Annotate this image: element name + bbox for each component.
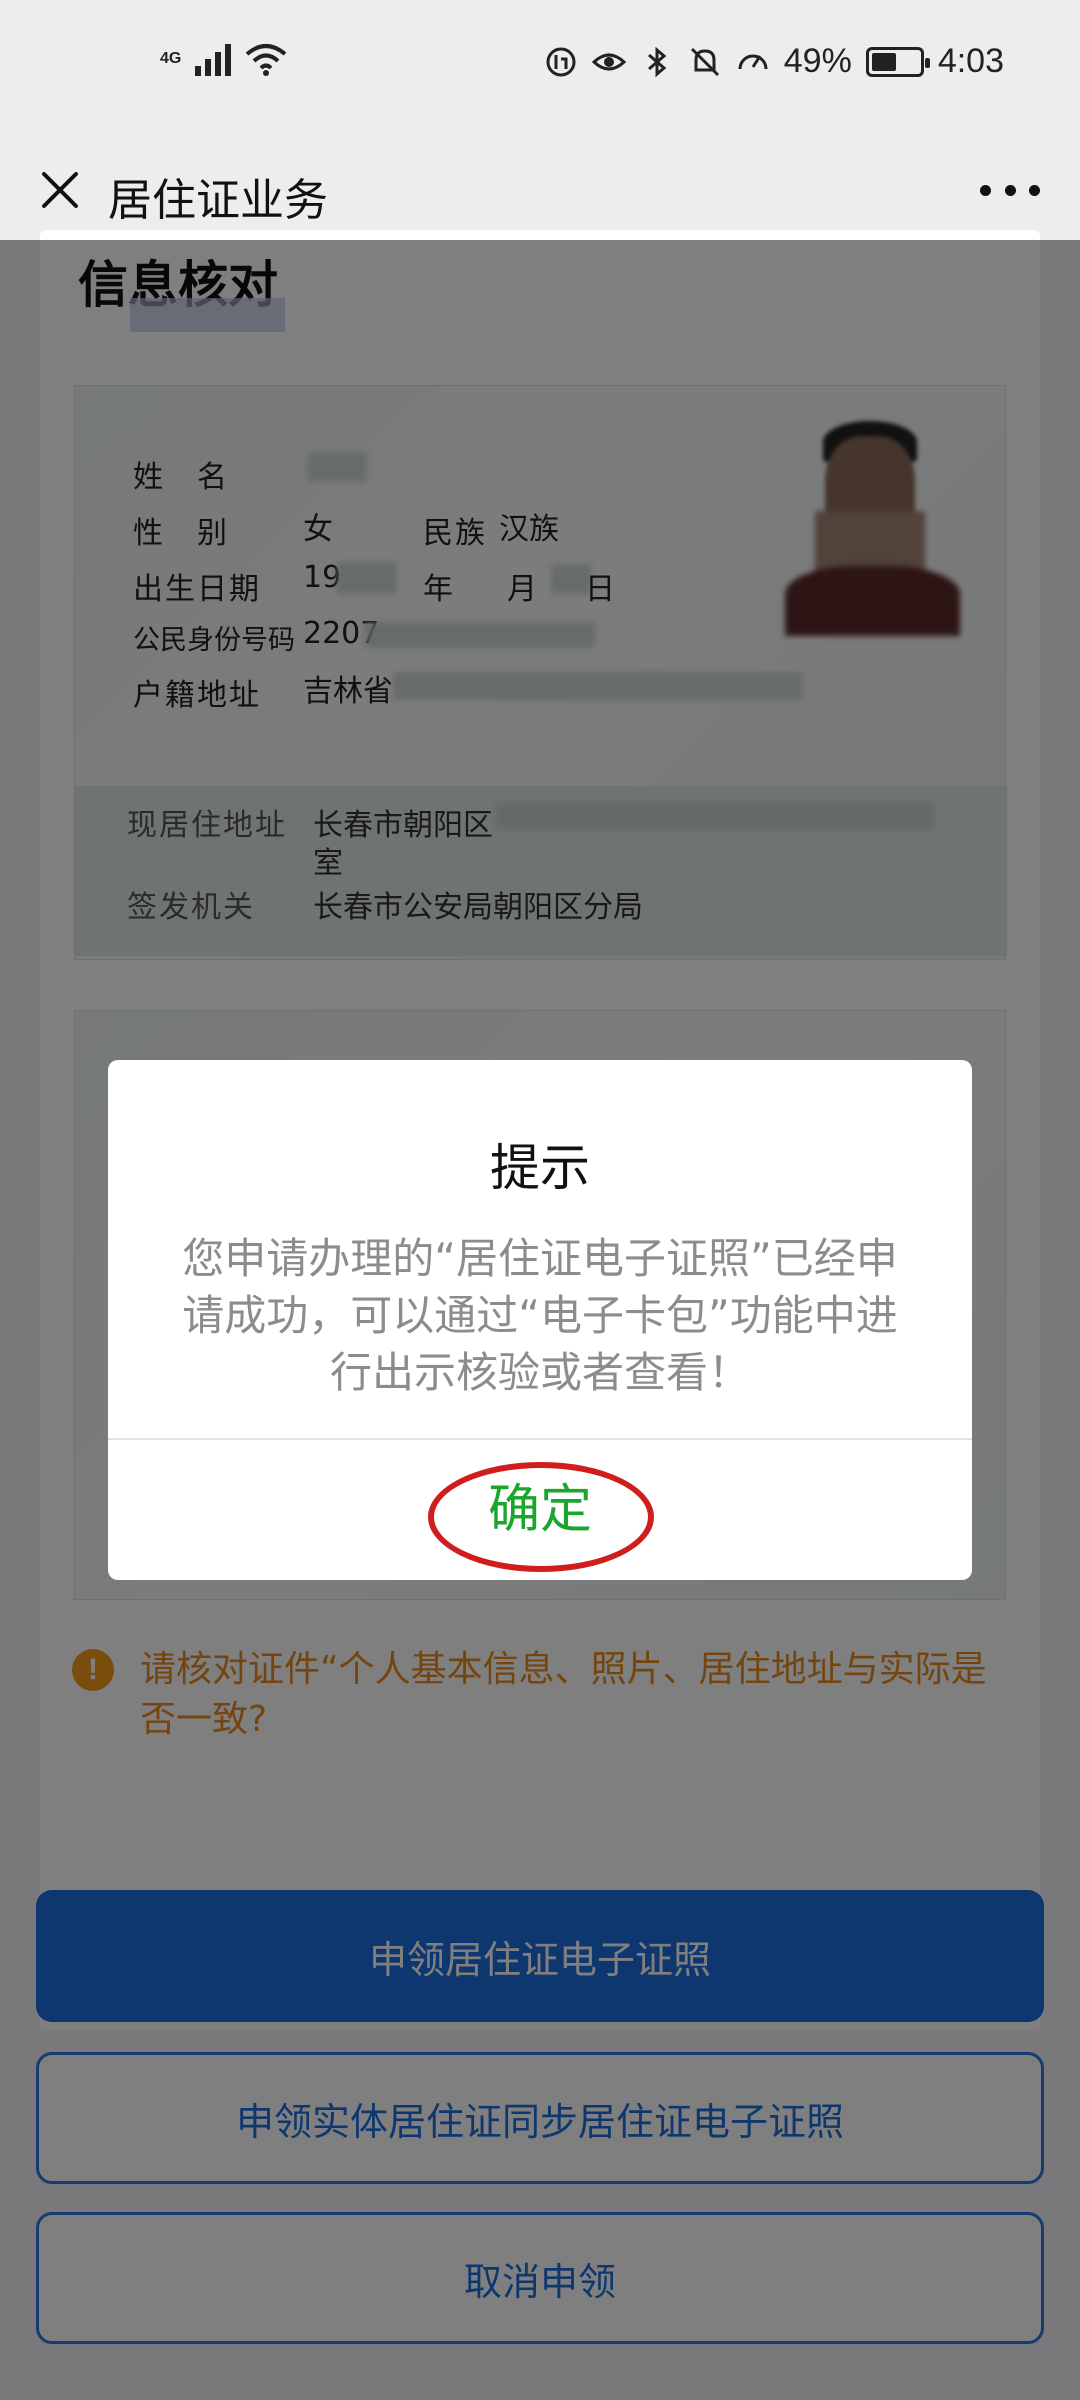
dialog-message: 您申请办理的“居住证电子证照”已经申请成功，可以通过“电子卡包”功能中进行出示核… bbox=[182, 1234, 898, 1397]
confirm-button[interactable]: 确定 bbox=[108, 1440, 972, 1580]
speedometer-icon bbox=[738, 54, 768, 69]
more-icon[interactable] bbox=[980, 164, 1040, 216]
eye-icon bbox=[591, 53, 626, 70]
alert-dialog: 提示 您申请办理的“居住证电子证照”已经申请成功，可以通过“电子卡包”功能中进行… bbox=[108, 1060, 972, 1580]
battery-percent: 49% bbox=[783, 42, 852, 80]
close-icon[interactable] bbox=[30, 160, 90, 220]
signal-icon bbox=[195, 42, 232, 76]
clock: 4:03 bbox=[937, 42, 1004, 80]
bluetooth-icon bbox=[647, 46, 667, 77]
status-right: 49% 4:03 bbox=[544, 42, 1004, 81]
dialog-title: 提示 bbox=[490, 1139, 590, 1197]
nav-title: 居住证业务 bbox=[108, 175, 328, 226]
mute-bell-icon bbox=[690, 47, 719, 76]
wifi-icon bbox=[246, 44, 287, 76]
network-type: 4G bbox=[160, 50, 182, 67]
red-highlight-circle bbox=[428, 1462, 654, 1572]
nav-bar: 居住证业务 bbox=[0, 140, 1080, 240]
data-saver-icon bbox=[546, 47, 576, 76]
status-left: 4G bbox=[160, 42, 287, 76]
status-bar: 4G 49% 4:03 bbox=[0, 0, 1080, 140]
battery-icon bbox=[865, 46, 930, 77]
